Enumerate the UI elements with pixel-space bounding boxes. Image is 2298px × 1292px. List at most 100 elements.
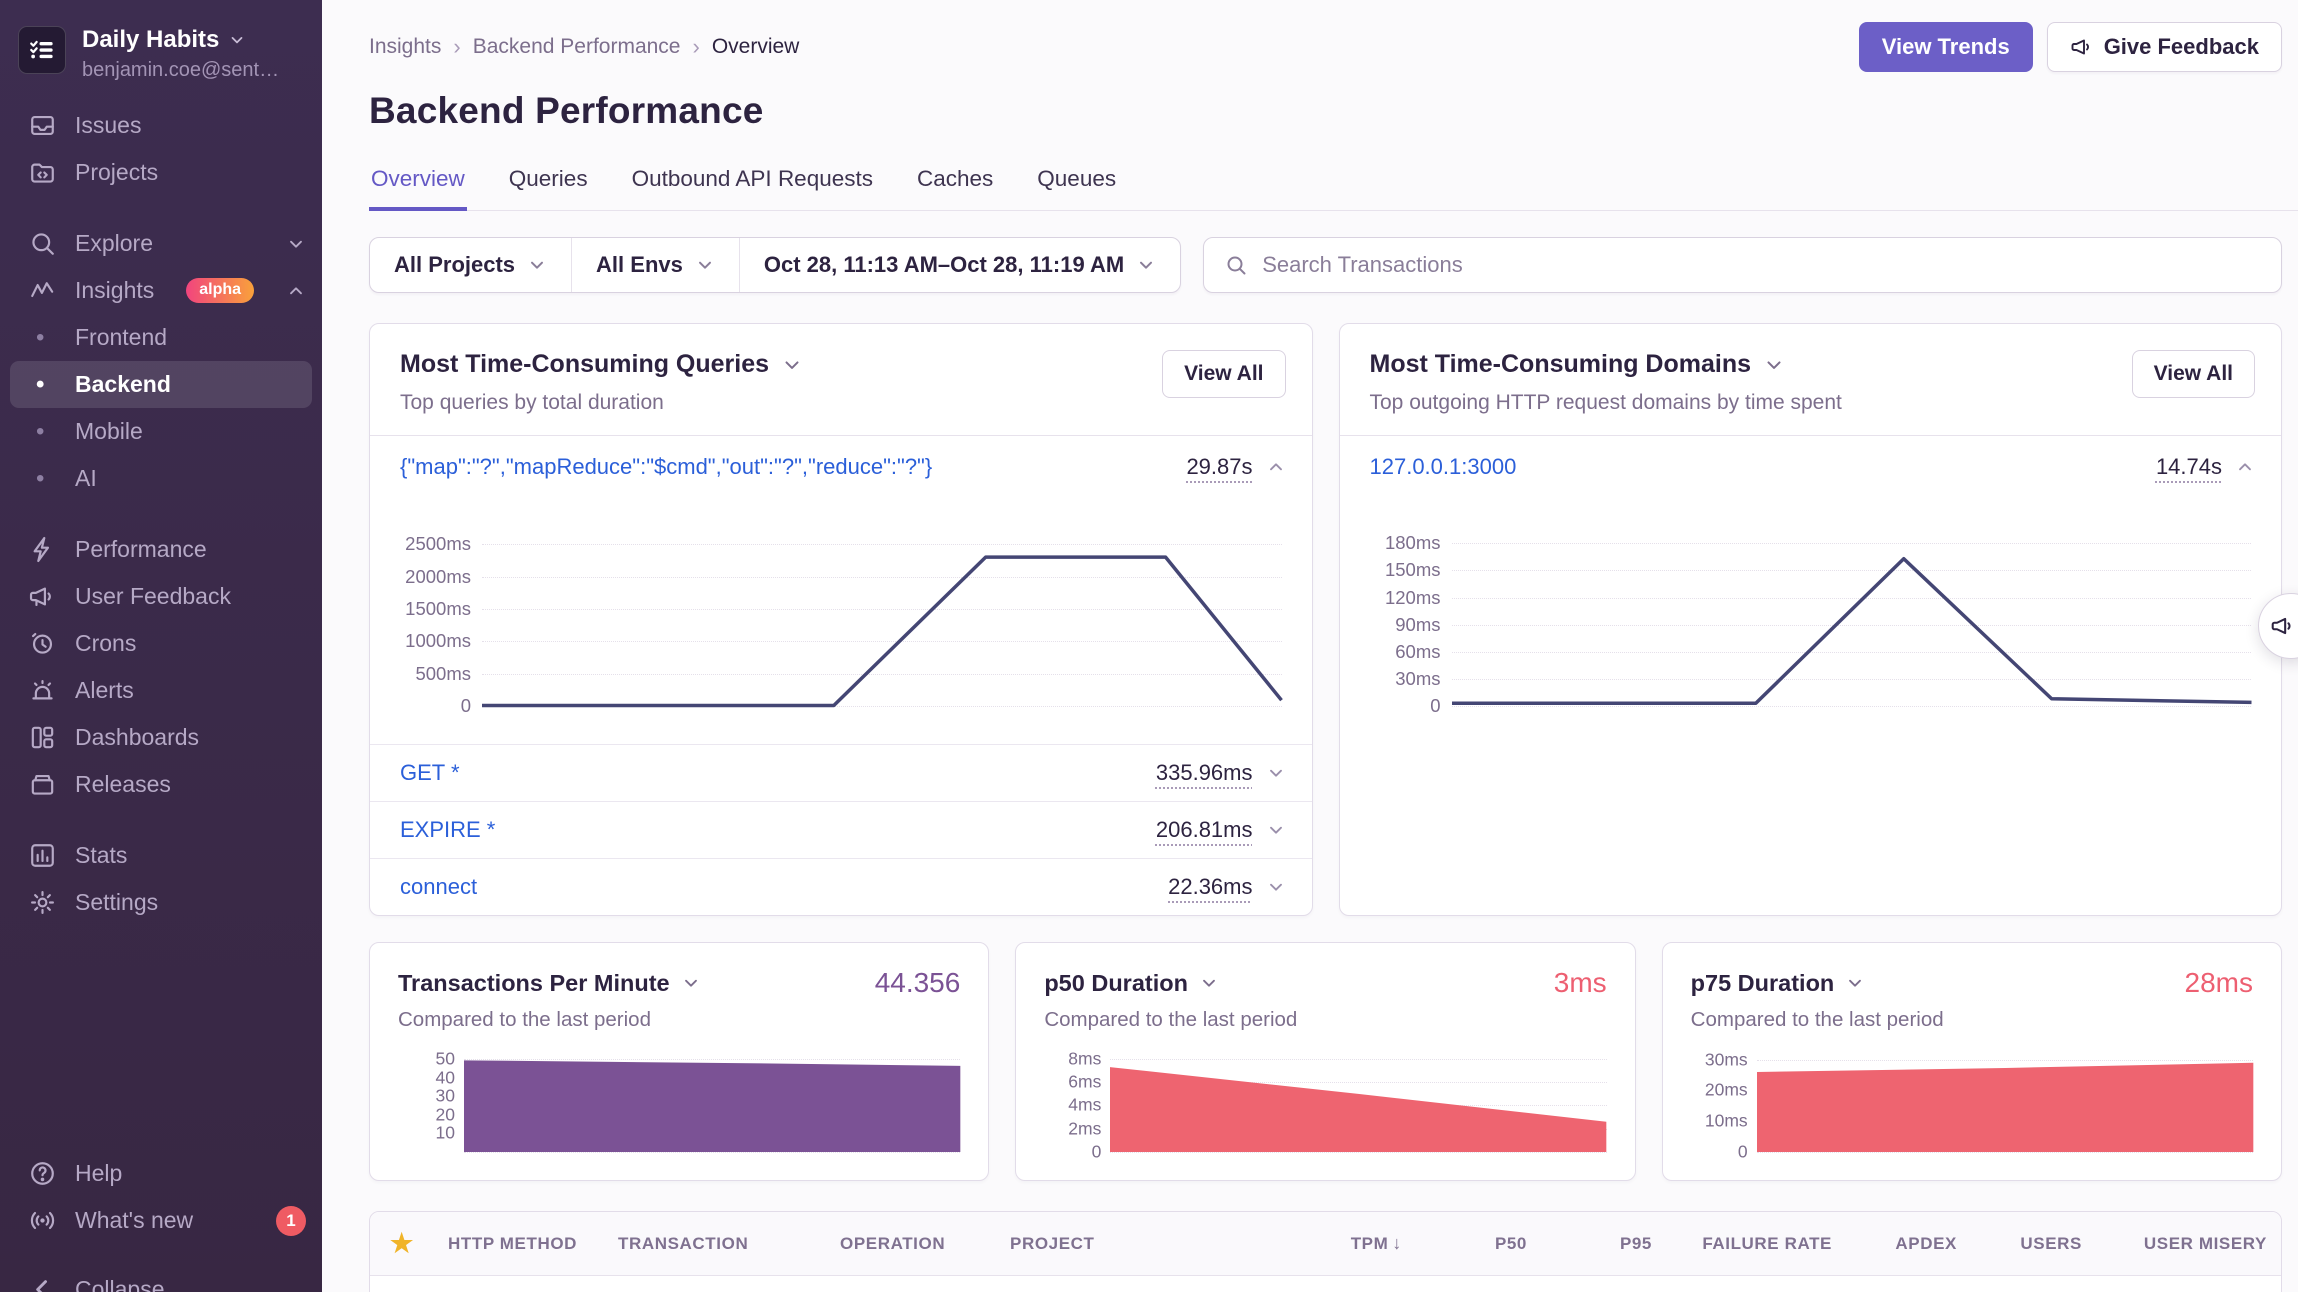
query-link[interactable]: {"map":"?","mapReduce":"$cmd","out":"?",…	[400, 454, 932, 480]
search-icon	[27, 229, 57, 259]
domain-total-time[interactable]: 14.74s	[2156, 454, 2222, 480]
query-total-time[interactable]: 22.36ms	[1168, 874, 1252, 900]
date-range-filter[interactable]: Oct 28, 11:13 AM–Oct 28, 11:19 AM	[739, 238, 1180, 292]
column-header-transaction[interactable]: TRANSACTION	[604, 1234, 826, 1254]
sidebar-item-whats-new[interactable]: What's new 1	[0, 1197, 322, 1244]
breadcrumb-overview: Overview	[712, 35, 800, 59]
sidebar-item-user-feedback[interactable]: User Feedback	[0, 573, 322, 620]
environment-filter-label: All Envs	[596, 252, 683, 278]
org-switcher[interactable]: Daily Habits benjamin.coe@sent…	[0, 20, 322, 102]
chevron-down-icon	[228, 31, 246, 49]
megaphone-icon	[2270, 613, 2296, 639]
column-header-operation[interactable]: OPERATION	[826, 1234, 996, 1254]
sidebar-nav: Issues Projects Explore Insights alpha	[0, 102, 322, 926]
column-header-p50[interactable]: P50	[1416, 1234, 1541, 1254]
sidebar-item-settings[interactable]: Settings	[0, 879, 322, 926]
p50-panel-title[interactable]: p50 Duration	[1044, 970, 1219, 997]
sidebar-item-issues[interactable]: Issues	[0, 102, 322, 149]
chevron-down-icon[interactable]	[1266, 820, 1286, 840]
query-link[interactable]: connect	[400, 874, 477, 900]
sidebar-item-collapse[interactable]: Collapse	[0, 1266, 322, 1292]
org-email: benjamin.coe@sent…	[82, 59, 279, 82]
transactions-per-minute-panel: Transactions Per Minute 44.356 Compared …	[369, 942, 989, 1181]
sidebar-item-mobile[interactable]: • Mobile	[0, 408, 322, 455]
column-header-users[interactable]: USERS	[1971, 1234, 2096, 1254]
sidebar-item-label: Frontend	[75, 324, 167, 351]
chevron-down-icon[interactable]	[1266, 763, 1286, 783]
query-link[interactable]: EXPIRE *	[400, 817, 495, 843]
environment-filter[interactable]: All Envs	[571, 238, 739, 292]
give-feedback-label: Give Feedback	[2104, 34, 2259, 60]
org-logo	[18, 26, 66, 74]
p50-subtitle: Compared to the last period	[1044, 1008, 1606, 1032]
tab-queues[interactable]: Queues	[1035, 166, 1118, 211]
give-feedback-button[interactable]: Give Feedback	[2047, 22, 2282, 72]
sidebar-item-crons[interactable]: Crons	[0, 620, 322, 667]
megaphone-icon	[27, 582, 57, 612]
tab-queries[interactable]: Queries	[507, 166, 590, 211]
sidebar-item-releases[interactable]: Releases	[0, 761, 322, 808]
query-total-time[interactable]: 29.87s	[1186, 454, 1252, 480]
topbar: Insights › Backend Performance › Overvie…	[369, 0, 2282, 72]
column-header-apdex[interactable]: APDEX	[1846, 1234, 1971, 1254]
tpm-subtitle: Compared to the last period	[398, 1008, 960, 1032]
dashboard-grid-icon	[27, 723, 57, 753]
query-top-item: {"map":"?","mapReduce":"$cmd","out":"?",…	[370, 436, 1312, 498]
domains-view-all-button[interactable]: View All	[2132, 350, 2255, 398]
sidebar-item-ai[interactable]: • AI	[0, 455, 322, 502]
domains-panel-title[interactable]: Most Time-Consuming Domains	[1370, 350, 2132, 379]
chevron-up-icon[interactable]	[1266, 457, 1286, 477]
alpha-badge: alpha	[186, 278, 254, 303]
query-total-time[interactable]: 335.96ms	[1156, 760, 1253, 786]
sidebar-item-label: What's new	[75, 1207, 193, 1234]
sidebar-item-backend[interactable]: • Backend	[10, 361, 312, 408]
p75-chart-plot	[1757, 1052, 2253, 1152]
sidebar-item-dashboards[interactable]: Dashboards	[0, 714, 322, 761]
nav-section-gap	[0, 196, 322, 220]
breadcrumb-insights[interactable]: Insights	[369, 35, 441, 59]
queries-view-all-button[interactable]: View All	[1162, 350, 1285, 398]
project-filter[interactable]: All Projects	[370, 238, 571, 292]
lightning-icon	[27, 535, 57, 565]
sidebar-item-explore[interactable]: Explore	[0, 220, 322, 267]
view-trends-button[interactable]: View Trends	[1859, 22, 2033, 72]
column-header-failure-rate[interactable]: FAILURE RATE	[1666, 1234, 1846, 1254]
sidebar-item-alerts[interactable]: Alerts	[0, 667, 322, 714]
domain-link[interactable]: 127.0.0.1:3000	[1370, 454, 1517, 480]
tpm-panel-title[interactable]: Transactions Per Minute	[398, 970, 701, 997]
query-total-time[interactable]: 206.81ms	[1156, 817, 1253, 843]
sidebar-item-performance[interactable]: Performance	[0, 526, 322, 573]
bullet-icon: •	[36, 324, 75, 352]
query-link[interactable]: GET *	[400, 760, 460, 786]
queries-panel-title[interactable]: Most Time-Consuming Queries	[400, 350, 1162, 379]
tab-outbound-api-requests[interactable]: Outbound API Requests	[630, 166, 875, 211]
column-header-project[interactable]: PROJECT	[996, 1234, 1246, 1254]
sidebar-item-insights[interactable]: Insights alpha	[0, 267, 322, 314]
breadcrumb-separator: ›	[692, 34, 699, 60]
search-transactions-input[interactable]	[1262, 252, 2261, 278]
tpm-chart-block: 5040302010	[398, 1052, 960, 1152]
tab-caches[interactable]: Caches	[915, 166, 995, 211]
whats-new-badge: 1	[276, 1206, 306, 1236]
tab-overview[interactable]: Overview	[369, 166, 467, 211]
sidebar-item-projects[interactable]: Projects	[0, 149, 322, 196]
sidebar-item-help[interactable]: Help	[0, 1150, 322, 1197]
column-header-http-method[interactable]: HTTP METHOD	[434, 1234, 604, 1254]
p75-panel-title[interactable]: p75 Duration	[1691, 970, 1866, 997]
sidebar-item-frontend[interactable]: • Frontend	[0, 314, 322, 361]
sidebar-item-label: Issues	[75, 112, 141, 139]
sort-desc-icon: ↓	[1392, 1233, 1402, 1253]
sidebar-item-label: Stats	[75, 842, 127, 869]
chevron-up-icon[interactable]	[2235, 457, 2255, 477]
sidebar: Daily Habits benjamin.coe@sent… Issues P…	[0, 0, 322, 1292]
p50-duration-panel: p50 Duration 3ms Compared to the last pe…	[1015, 942, 1635, 1181]
query-row-connect: connect 22.36ms	[370, 858, 1312, 915]
star-column-header[interactable]: ★	[370, 1228, 434, 1259]
column-header-p95[interactable]: P95	[1541, 1234, 1666, 1254]
chevron-down-icon[interactable]	[1266, 877, 1286, 897]
chevron-down-icon	[286, 234, 306, 254]
breadcrumb-backend-performance[interactable]: Backend Performance	[473, 35, 681, 59]
column-header-user-misery[interactable]: USER MISERY	[2096, 1234, 2281, 1254]
column-header-tpm[interactable]: TPM↓	[1246, 1233, 1416, 1254]
sidebar-item-stats[interactable]: Stats	[0, 832, 322, 879]
